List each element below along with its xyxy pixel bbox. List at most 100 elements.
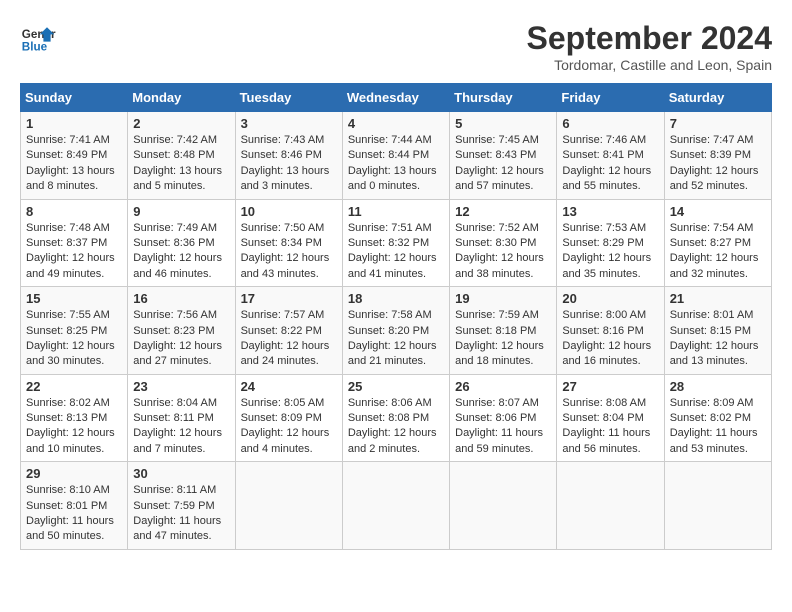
day-number: 12 <box>455 204 551 219</box>
calendar-week-row: 15 Sunrise: 7:55 AM Sunset: 8:25 PM Dayli… <box>21 287 772 375</box>
day-number: 2 <box>133 116 229 131</box>
day-number: 18 <box>348 291 444 306</box>
calendar-cell: 10 Sunrise: 7:50 AM Sunset: 8:34 PM Dayli… <box>235 199 342 287</box>
day-number: 7 <box>670 116 766 131</box>
calendar-cell: 23 Sunrise: 8:04 AM Sunset: 8:11 PM Dayli… <box>128 374 235 462</box>
calendar-cell: 13 Sunrise: 7:53 AM Sunset: 8:29 PM Dayli… <box>557 199 664 287</box>
day-number: 24 <box>241 379 337 394</box>
day-info: Sunrise: 7:54 AM Sunset: 8:27 PM Dayligh… <box>670 221 766 283</box>
calendar-cell: 30 Sunrise: 8:11 AM Sunset: 7:59 PM Dayli… <box>128 462 235 550</box>
calendar-cell: 19 Sunrise: 7:59 AM Sunset: 8:18 PM Dayli… <box>450 287 557 375</box>
calendar-week-row: 1 Sunrise: 7:41 AM Sunset: 8:49 PM Daylig… <box>21 112 772 200</box>
day-info: Sunrise: 7:42 AM Sunset: 8:48 PM Dayligh… <box>133 133 229 195</box>
day-info: Sunrise: 8:08 AM Sunset: 8:04 PM Dayligh… <box>562 396 658 458</box>
calendar-cell: 26 Sunrise: 8:07 AM Sunset: 8:06 PM Dayli… <box>450 374 557 462</box>
calendar-cell: 2 Sunrise: 7:42 AM Sunset: 8:48 PM Daylig… <box>128 112 235 200</box>
calendar-cell: 15 Sunrise: 7:55 AM Sunset: 8:25 PM Dayli… <box>21 287 128 375</box>
calendar-cell: 4 Sunrise: 7:44 AM Sunset: 8:44 PM Daylig… <box>342 112 449 200</box>
day-info: Sunrise: 7:46 AM Sunset: 8:41 PM Dayligh… <box>562 133 658 195</box>
day-info: Sunrise: 7:43 AM Sunset: 8:46 PM Dayligh… <box>241 133 337 195</box>
day-number: 19 <box>455 291 551 306</box>
svg-text:Blue: Blue <box>22 41 48 54</box>
location-subtitle: Tordomar, Castille and Leon, Spain <box>527 57 772 73</box>
day-number: 29 <box>26 466 122 481</box>
day-number: 28 <box>670 379 766 394</box>
day-info: Sunrise: 7:55 AM Sunset: 8:25 PM Dayligh… <box>26 308 122 370</box>
header-sunday: Sunday <box>21 84 128 112</box>
day-number: 14 <box>670 204 766 219</box>
day-info: Sunrise: 8:02 AM Sunset: 8:13 PM Dayligh… <box>26 396 122 458</box>
day-info: Sunrise: 7:44 AM Sunset: 8:44 PM Dayligh… <box>348 133 444 195</box>
day-info: Sunrise: 8:06 AM Sunset: 8:08 PM Dayligh… <box>348 396 444 458</box>
day-number: 17 <box>241 291 337 306</box>
calendar-cell: 25 Sunrise: 8:06 AM Sunset: 8:08 PM Dayli… <box>342 374 449 462</box>
calendar-cell: 29Sunrise: 8:10 AM Sunset: 8:01 PM Dayli… <box>21 462 128 550</box>
day-info: Sunrise: 7:56 AM Sunset: 8:23 PM Dayligh… <box>133 308 229 370</box>
page-header: General Blue September 2024 Tordomar, Ca… <box>20 20 772 73</box>
header-thursday: Thursday <box>450 84 557 112</box>
calendar-cell: 17Sunrise: 7:57 AM Sunset: 8:22 PM Dayli… <box>235 287 342 375</box>
calendar-week-row: 29Sunrise: 8:10 AM Sunset: 8:01 PM Dayli… <box>21 462 772 550</box>
day-number: 15 <box>26 291 122 306</box>
calendar-cell: 22Sunrise: 8:02 AM Sunset: 8:13 PM Dayli… <box>21 374 128 462</box>
calendar-cell <box>664 462 771 550</box>
day-number: 20 <box>562 291 658 306</box>
day-info: Sunrise: 7:45 AM Sunset: 8:43 PM Dayligh… <box>455 133 551 195</box>
day-info: Sunrise: 7:52 AM Sunset: 8:30 PM Dayligh… <box>455 221 551 283</box>
calendar-cell: 9Sunrise: 7:49 AM Sunset: 8:36 PM Daylig… <box>128 199 235 287</box>
day-info: Sunrise: 8:07 AM Sunset: 8:06 PM Dayligh… <box>455 396 551 458</box>
calendar-cell: 8Sunrise: 7:48 AM Sunset: 8:37 PM Daylig… <box>21 199 128 287</box>
month-title: September 2024 <box>527 20 772 57</box>
title-section: September 2024 Tordomar, Castille and Le… <box>527 20 772 73</box>
day-number: 1 <box>26 116 122 131</box>
day-info: Sunrise: 7:59 AM Sunset: 8:18 PM Dayligh… <box>455 308 551 370</box>
day-info: Sunrise: 8:04 AM Sunset: 8:11 PM Dayligh… <box>133 396 229 458</box>
logo-icon: General Blue <box>20 20 56 56</box>
day-number: 13 <box>562 204 658 219</box>
calendar-cell: 18 Sunrise: 7:58 AM Sunset: 8:20 PM Dayli… <box>342 287 449 375</box>
day-number: 23 <box>133 379 229 394</box>
header-tuesday: Tuesday <box>235 84 342 112</box>
calendar-cell: 6 Sunrise: 7:46 AM Sunset: 8:41 PM Daylig… <box>557 112 664 200</box>
calendar-cell: 12 Sunrise: 7:52 AM Sunset: 8:30 PM Dayli… <box>450 199 557 287</box>
header-wednesday: Wednesday <box>342 84 449 112</box>
day-number: 11 <box>348 204 444 219</box>
calendar-cell <box>557 462 664 550</box>
day-info: Sunrise: 7:51 AM Sunset: 8:32 PM Dayligh… <box>348 221 444 283</box>
header-saturday: Saturday <box>664 84 771 112</box>
day-info: Sunrise: 7:49 AM Sunset: 8:36 PM Dayligh… <box>133 221 229 283</box>
calendar-cell: 5 Sunrise: 7:45 AM Sunset: 8:43 PM Daylig… <box>450 112 557 200</box>
day-info: Sunrise: 8:11 AM Sunset: 7:59 PM Dayligh… <box>133 483 229 545</box>
day-number: 27 <box>562 379 658 394</box>
day-info: Sunrise: 8:01 AM Sunset: 8:15 PM Dayligh… <box>670 308 766 370</box>
calendar-week-row: 8Sunrise: 7:48 AM Sunset: 8:37 PM Daylig… <box>21 199 772 287</box>
day-number: 10 <box>241 204 337 219</box>
calendar-cell: 11 Sunrise: 7:51 AM Sunset: 8:32 PM Dayli… <box>342 199 449 287</box>
calendar-cell <box>235 462 342 550</box>
day-number: 26 <box>455 379 551 394</box>
day-info: Sunrise: 7:53 AM Sunset: 8:29 PM Dayligh… <box>562 221 658 283</box>
calendar-cell: 3 Sunrise: 7:43 AM Sunset: 8:46 PM Daylig… <box>235 112 342 200</box>
day-info: Sunrise: 8:09 AM Sunset: 8:02 PM Dayligh… <box>670 396 766 458</box>
calendar-cell <box>342 462 449 550</box>
day-number: 5 <box>455 116 551 131</box>
header-monday: Monday <box>128 84 235 112</box>
calendar-week-row: 22Sunrise: 8:02 AM Sunset: 8:13 PM Dayli… <box>21 374 772 462</box>
day-info: Sunrise: 7:58 AM Sunset: 8:20 PM Dayligh… <box>348 308 444 370</box>
day-number: 6 <box>562 116 658 131</box>
day-info: Sunrise: 8:00 AM Sunset: 8:16 PM Dayligh… <box>562 308 658 370</box>
calendar-cell: 21Sunrise: 8:01 AM Sunset: 8:15 PM Dayli… <box>664 287 771 375</box>
day-number: 25 <box>348 379 444 394</box>
day-number: 30 <box>133 466 229 481</box>
day-number: 16 <box>133 291 229 306</box>
day-info: Sunrise: 7:50 AM Sunset: 8:34 PM Dayligh… <box>241 221 337 283</box>
calendar-cell: 24Sunrise: 8:05 AM Sunset: 8:09 PM Dayli… <box>235 374 342 462</box>
calendar-header-row: SundayMondayTuesdayWednesdayThursdayFrid… <box>21 84 772 112</box>
day-number: 3 <box>241 116 337 131</box>
header-friday: Friday <box>557 84 664 112</box>
day-info: Sunrise: 7:47 AM Sunset: 8:39 PM Dayligh… <box>670 133 766 195</box>
day-info: Sunrise: 7:41 AM Sunset: 8:49 PM Dayligh… <box>26 133 122 195</box>
day-number: 4 <box>348 116 444 131</box>
logo: General Blue <box>20 20 56 56</box>
calendar-cell: 27 Sunrise: 8:08 AM Sunset: 8:04 PM Dayli… <box>557 374 664 462</box>
